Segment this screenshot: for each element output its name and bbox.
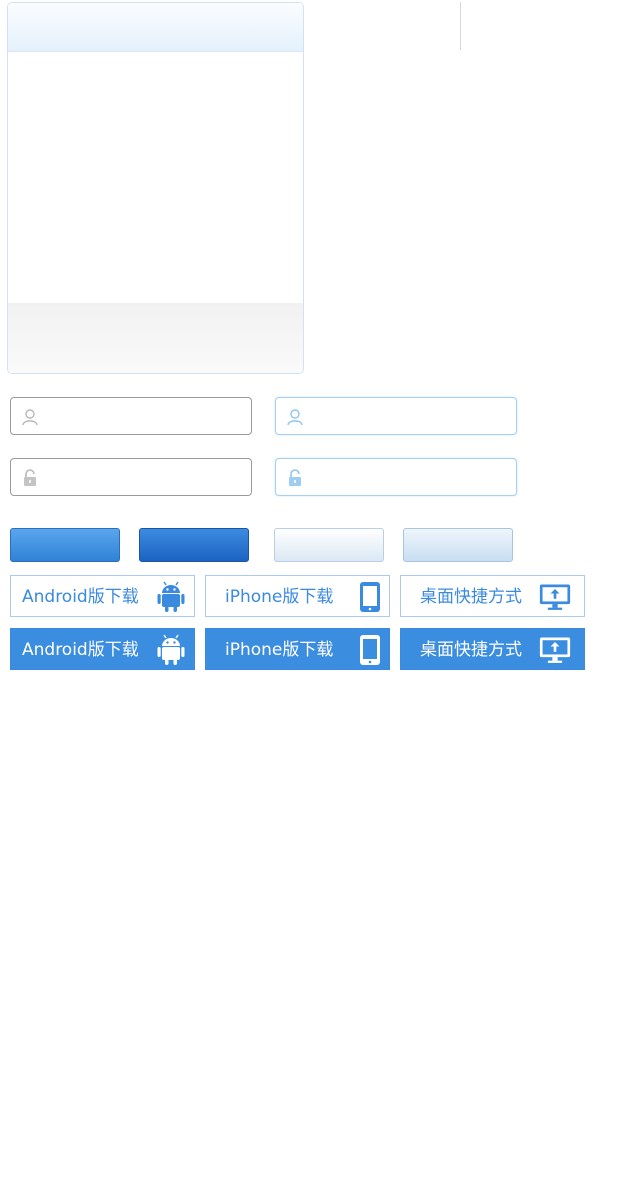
android-download-label: Android版下载 [22,587,139,607]
dialog-panel [7,2,304,374]
secondary-button-hover[interactable] [403,528,513,562]
primary-button[interactable] [10,528,120,562]
desktop-shortcut-button[interactable]: 桌面快捷方式 [400,575,585,617]
username-input-focused[interactable] [312,404,512,430]
android-icon [157,634,185,665]
desktop-shortcut-button-active[interactable]: 桌面快捷方式 [400,628,585,670]
desktop-shortcut-icon [539,584,571,610]
iphone-download-label: iPhone版下载 [225,640,334,660]
iphone-download-button[interactable]: iPhone版下载 [205,575,390,617]
dialog-header [8,3,303,52]
android-download-button[interactable]: Android版下载 [10,575,195,617]
desktop-shortcut-label: 桌面快捷方式 [420,587,522,607]
username-field[interactable] [10,397,252,435]
secondary-button[interactable] [274,528,384,562]
smartphone-icon [360,582,380,612]
android-download-label: Android版下载 [22,640,139,660]
lock-icon [24,469,36,486]
lock-icon [289,469,301,486]
username-input[interactable] [47,404,247,430]
password-input-focused[interactable] [312,465,512,491]
primary-button-pressed[interactable] [139,528,249,562]
password-input[interactable] [47,465,247,491]
user-icon [287,409,303,426]
android-icon [157,581,185,612]
password-field[interactable] [10,458,252,496]
android-download-button-active[interactable]: Android版下载 [10,628,195,670]
dialog-footer [8,303,303,373]
vertical-divider [460,2,461,50]
dialog-body [8,52,303,303]
desktop-shortcut-label: 桌面快捷方式 [420,640,522,660]
iphone-download-button-active[interactable]: iPhone版下载 [205,628,390,670]
desktop-shortcut-icon [539,637,571,663]
username-field-focused[interactable] [275,397,517,435]
password-field-focused[interactable] [275,458,517,496]
user-icon [22,409,38,426]
smartphone-icon [360,635,380,665]
iphone-download-label: iPhone版下载 [225,587,334,607]
